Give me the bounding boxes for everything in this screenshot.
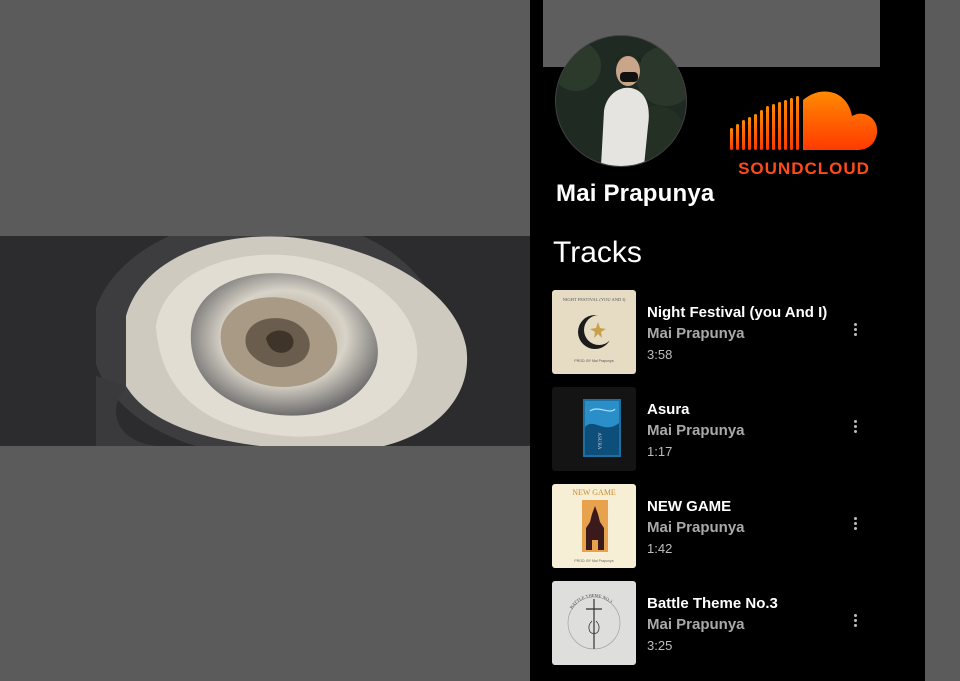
track-title[interactable]: Battle Theme No.3	[647, 595, 778, 612]
artist-name: Mai Prapunya	[556, 180, 715, 207]
rose-image	[96, 236, 468, 446]
track-artwork[interactable]: NEW GAME PROD. BY Mai Prapunya	[552, 484, 636, 568]
night-festival-artwork: NIGHT FESTIVAL (YOU AND I) PROD. BY Mai …	[552, 290, 636, 374]
track-artist[interactable]: Mai Prapunya	[647, 422, 745, 439]
soundcloud-panel: SOUNDCLOUD Mai Prapunya Tracks NIGHT FES…	[530, 0, 925, 681]
track-item[interactable]: ASURA Asura Mai Prapunya 1:17	[552, 387, 912, 472]
more-vertical-icon[interactable]	[848, 323, 862, 341]
track-artwork[interactable]: BATTLE THEME NO.3	[552, 581, 636, 665]
left-background	[0, 0, 530, 681]
asura-artwork: ASURA	[552, 387, 636, 471]
avatar-photo	[556, 36, 686, 166]
tracks-heading: Tracks	[553, 236, 642, 269]
rose-banner-image	[0, 236, 530, 446]
track-item[interactable]: NEW GAME PROD. BY Mai Prapunya NEW GAME …	[552, 484, 912, 569]
track-artist[interactable]: Mai Prapunya	[647, 519, 745, 536]
track-title[interactable]: Asura	[647, 401, 690, 418]
track-duration: 3:58	[647, 347, 673, 362]
soundcloud-logo[interactable]: SOUNDCLOUD	[728, 90, 880, 182]
svg-text:PROD. BY Mai Prapunya: PROD. BY Mai Prapunya	[574, 559, 613, 563]
soundcloud-icon: SOUNDCLOUD	[730, 91, 878, 178]
track-artist[interactable]: Mai Prapunya	[647, 325, 745, 342]
track-item[interactable]: BATTLE THEME NO.3 Battle Theme No.3 Mai …	[552, 581, 912, 666]
soundcloud-wordmark: SOUNDCLOUD	[738, 159, 870, 178]
right-gutter	[925, 0, 960, 681]
new-game-artwork: NEW GAME PROD. BY Mai Prapunya	[552, 484, 636, 568]
more-vertical-icon[interactable]	[848, 614, 862, 632]
track-artwork[interactable]: ASURA	[552, 387, 636, 471]
battle-theme-artwork: BATTLE THEME NO.3	[552, 581, 636, 665]
track-title[interactable]: NEW GAME	[647, 498, 731, 515]
svg-text:NIGHT FESTIVAL (YOU AND I): NIGHT FESTIVAL (YOU AND I)	[563, 297, 626, 302]
track-duration: 1:42	[647, 541, 673, 556]
more-vertical-icon[interactable]	[848, 517, 862, 535]
svg-text:NEW GAME: NEW GAME	[572, 488, 616, 497]
track-duration: 3:25	[647, 638, 673, 653]
track-artwork[interactable]: NIGHT FESTIVAL (YOU AND I) PROD. BY Mai …	[552, 290, 636, 374]
artist-avatar[interactable]	[555, 35, 687, 167]
track-duration: 1:17	[647, 444, 673, 459]
svg-text:ASURA: ASURA	[596, 433, 601, 450]
track-artist[interactable]: Mai Prapunya	[647, 616, 745, 633]
svg-text:PROD. BY Mai Prapunya: PROD. BY Mai Prapunya	[574, 359, 613, 363]
more-vertical-icon[interactable]	[848, 420, 862, 438]
track-item[interactable]: NIGHT FESTIVAL (YOU AND I) PROD. BY Mai …	[552, 290, 912, 375]
track-title[interactable]: Night Festival (you And I)	[647, 304, 827, 321]
